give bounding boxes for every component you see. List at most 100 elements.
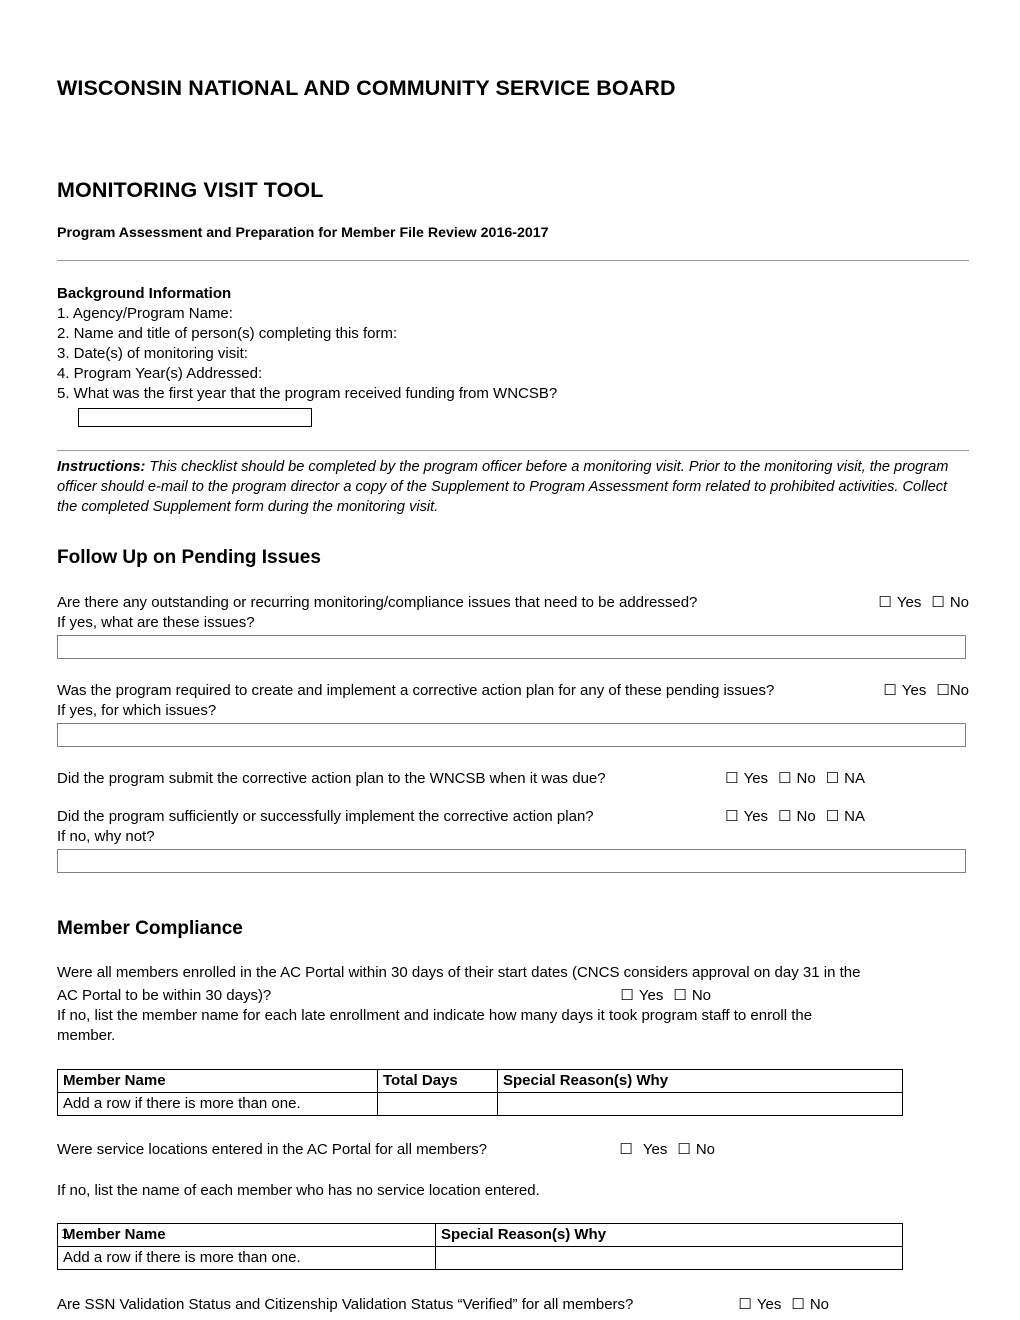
document-page: WISCONSIN NATIONAL AND COMMUNITY SERVICE…: [0, 0, 1020, 1320]
instructions-body: This checklist should be completed by th…: [57, 459, 949, 515]
member-compliance-question-3: Are SSN Validation Status and Citizenshi…: [57, 1270, 969, 1320]
background-item-4: 4. Program Year(s) Addressed:: [57, 365, 263, 382]
member-q2-text: Were service locations entered in the AC…: [57, 1141, 487, 1158]
background-item-3: 3. Date(s) of monitoring visit:: [57, 345, 248, 362]
checkbox-icon[interactable]: ☐: [883, 681, 896, 701]
checkbox-icon[interactable]: ☐: [878, 593, 891, 613]
follow-up-q1-options: ☐ Yes ☐ No: [878, 593, 969, 613]
follow-up-q1-text: Are there any outstanding or recurring m…: [57, 594, 698, 611]
follow-up-question-2: Was the program required to create and i…: [57, 659, 969, 747]
first-year-funding-input[interactable]: [78, 408, 312, 427]
no-service-location-table: Member Name Special Reason(s) Why Add a …: [57, 1223, 903, 1270]
table-header-row: Member Name Total Days Special Reason(s)…: [57, 1069, 903, 1093]
follow-up-q1-no-label[interactable]: No: [950, 594, 969, 611]
member-q2-yes-label[interactable]: Yes: [643, 1141, 667, 1158]
table1-cell-total-days[interactable]: [377, 1092, 498, 1116]
background-item-5: 5. What was the first year that the prog…: [57, 385, 558, 402]
follow-up-question-4: Did the program sufficiently or successf…: [57, 789, 969, 873]
follow-up-q4-answer-input[interactable]: [57, 849, 966, 873]
member-compliance-question-1: Were all members enrolled in the AC Port…: [57, 941, 969, 1046]
checkbox-icon[interactable]: ☐: [725, 769, 738, 789]
checkbox-icon[interactable]: ☐: [826, 769, 839, 789]
member-q1-text-line-1: Were all members enrolled in the AC Port…: [57, 964, 861, 981]
member-q2-followup: If no, list the name of each member who …: [57, 1182, 540, 1199]
member-q1-followup-line-2: member.: [57, 1027, 116, 1044]
heading-follow-up-on-pending-issues: Follow Up on Pending Issues: [57, 547, 321, 568]
follow-up-q4-yes-label[interactable]: Yes: [744, 808, 768, 825]
member-q1-followup-line-1: If no, list the member name for each lat…: [57, 1007, 813, 1024]
table1-header-total-days: Total Days: [377, 1069, 498, 1093]
table1-header-member-name: Member Name: [57, 1069, 378, 1093]
member-q1-no-label[interactable]: No: [692, 987, 711, 1004]
checkbox-icon[interactable]: ☐: [826, 807, 839, 827]
follow-up-q3-yes-label[interactable]: Yes: [744, 770, 768, 787]
checkbox-icon[interactable]: ☐: [791, 1295, 804, 1315]
member-q3-followup: If no, list the name of each member who …: [57, 1315, 969, 1320]
follow-up-q2-no-label[interactable]: No: [950, 682, 969, 699]
member-q3-yes-label[interactable]: Yes: [757, 1296, 781, 1313]
member-q1-yes-label[interactable]: Yes: [639, 987, 663, 1004]
checkbox-icon[interactable]: ☐: [778, 807, 791, 827]
checkbox-icon[interactable]: ☐: [673, 986, 686, 1006]
table2-header-member-name: Member Name: [57, 1223, 436, 1247]
member-q2-options: ☐ Yes ☐ No: [619, 1140, 715, 1160]
follow-up-q4-options: ☐ Yes ☐ No ☐ NA: [725, 807, 865, 827]
instructions-block: Instructions: This checklist should be c…: [57, 451, 969, 517]
member-q3-no-label[interactable]: No: [810, 1296, 829, 1313]
follow-up-q4-no-label[interactable]: No: [797, 808, 816, 825]
checkbox-icon[interactable]: ☐: [677, 1140, 690, 1160]
follow-up-q2-options: ☐ Yes ☐No: [883, 681, 969, 701]
page-number: 1: [61, 1225, 69, 1241]
follow-up-q2-answer-input[interactable]: [57, 723, 966, 747]
follow-up-q3-no-label[interactable]: No: [797, 770, 816, 787]
page-content: WISCONSIN NATIONAL AND COMMUNITY SERVICE…: [57, 0, 969, 1320]
follow-up-question-1: Are there any outstanding or recurring m…: [57, 570, 969, 659]
follow-up-q4-followup: If no, why not?: [57, 828, 155, 845]
follow-up-q3-text: Did the program submit the corrective ac…: [57, 770, 606, 787]
page-title: WISCONSIN NATIONAL AND COMMUNITY SERVICE…: [57, 0, 969, 204]
late-enrollment-table: Member Name Total Days Special Reason(s)…: [57, 1069, 903, 1116]
follow-up-q3-options: ☐ Yes ☐ No ☐ NA: [725, 769, 865, 789]
checkbox-icon[interactable]: ☐: [936, 681, 949, 701]
table-row[interactable]: Add a row if there is more than one.: [57, 1092, 903, 1116]
checkbox-icon[interactable]: ☐: [619, 1140, 632, 1160]
table-row[interactable]: Add a row if there is more than one.: [57, 1246, 903, 1270]
checkbox-icon[interactable]: ☐: [778, 769, 791, 789]
background-item-1: 1. Agency/Program Name:: [57, 305, 233, 322]
member-compliance-question-2: Were service locations entered in the AC…: [57, 1116, 969, 1201]
follow-up-q2-followup: If yes, for which issues?: [57, 702, 217, 719]
checkbox-icon[interactable]: ☐: [620, 986, 633, 1006]
follow-up-q1-answer-input[interactable]: [57, 635, 966, 659]
member-q3-text: Are SSN Validation Status and Citizenshi…: [57, 1296, 634, 1313]
table-header-row: Member Name Special Reason(s) Why: [57, 1223, 903, 1247]
table2-cell-special-reasons[interactable]: [435, 1246, 903, 1270]
checkbox-icon[interactable]: ☐: [931, 593, 944, 613]
title-line-2: MONITORING VISIT TOOL: [57, 178, 324, 202]
follow-up-q2-yes-label[interactable]: Yes: [902, 682, 926, 699]
table1-cell-special-reasons[interactable]: [497, 1092, 903, 1116]
member-q2-no-label[interactable]: No: [696, 1141, 715, 1158]
follow-up-q2-text: Was the program required to create and i…: [57, 682, 775, 699]
member-q1-text-line-2: AC Portal to be within 30 days)?: [57, 987, 272, 1004]
member-q3-options: ☐ Yes ☐ No: [738, 1295, 829, 1315]
heading-member-compliance: Member Compliance: [57, 918, 243, 939]
table2-cell-member-name[interactable]: Add a row if there is more than one.: [57, 1246, 436, 1270]
member-q1-options: ☐ Yes ☐ No: [620, 986, 711, 1006]
checkbox-icon[interactable]: ☐: [738, 1295, 751, 1315]
document-subtitle: Program Assessment and Preparation for M…: [57, 225, 549, 241]
background-item-2: 2. Name and title of person(s) completin…: [57, 325, 398, 342]
background-information-section: Background Information 1. Agency/Program…: [57, 261, 969, 427]
table1-cell-member-name[interactable]: Add a row if there is more than one.: [57, 1092, 378, 1116]
table2-header-special-reasons: Special Reason(s) Why: [435, 1223, 903, 1247]
checkbox-icon[interactable]: ☐: [725, 807, 738, 827]
follow-up-q4-na-label[interactable]: NA: [844, 808, 865, 825]
title-line-1: WISCONSIN NATIONAL AND COMMUNITY SERVICE…: [57, 76, 676, 100]
follow-up-q4-text: Did the program sufficiently or successf…: [57, 808, 594, 825]
background-information-heading: Background Information: [57, 285, 232, 302]
follow-up-question-3: Did the program submit the corrective ac…: [57, 747, 969, 789]
instructions-label: Instructions:: [57, 459, 146, 475]
follow-up-q3-na-label[interactable]: NA: [844, 770, 865, 787]
table1-header-special-reasons: Special Reason(s) Why: [497, 1069, 903, 1093]
follow-up-q1-followup: If yes, what are these issues?: [57, 614, 255, 631]
follow-up-q1-yes-label[interactable]: Yes: [897, 594, 921, 611]
